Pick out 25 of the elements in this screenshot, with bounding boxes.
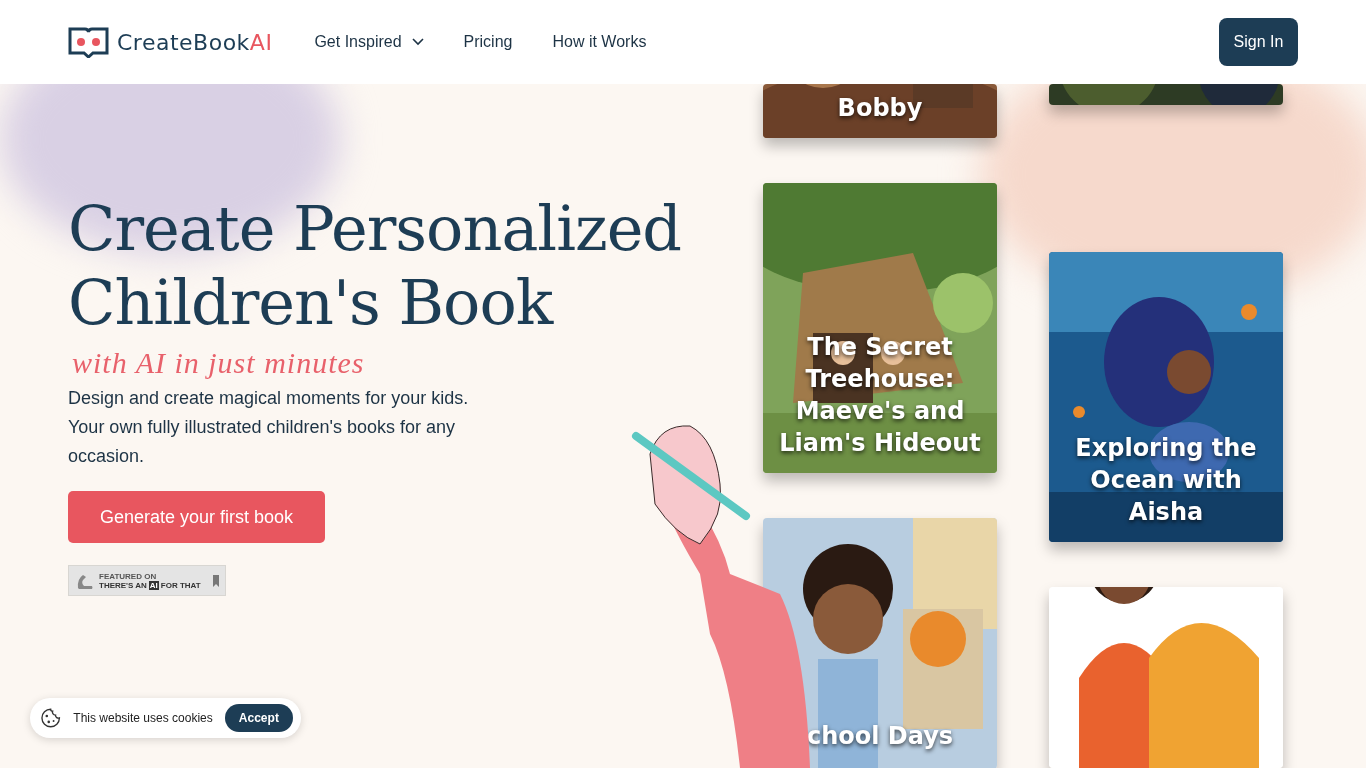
badge-caption: FEATURED ON — [99, 571, 158, 581]
book-icon — [68, 26, 109, 58]
nav-link[interactable]: Get Inspired — [314, 33, 424, 51]
hero-title: Create Personalized Children's Book — [68, 192, 683, 340]
cookie-icon — [40, 707, 62, 729]
logo-text: CreateBook — [117, 29, 250, 55]
badge-highlight: AI — [148, 580, 159, 590]
hero-tagline: with AI in just minutes — [72, 346, 366, 380]
badge-text: THERE'S AN — [99, 580, 147, 590]
logo-suffix: AI — [249, 29, 273, 55]
book-title: Exploring the Ocean with Aisha — [1074, 433, 1258, 528]
bookmark-icon — [213, 574, 219, 587]
book-title: The Secret Treehouse: Maeve's and Liam's Hideout — [778, 332, 982, 459]
chevron-down-icon — [411, 38, 424, 46]
nav-link[interactable]: Pricing — [463, 33, 513, 51]
cookie-message: This website uses cookies — [73, 711, 213, 725]
book-title: Bobby — [837, 93, 923, 124]
accept-button[interactable]: Accept — [224, 704, 293, 732]
featured-badge[interactable]: FEATURED ON THERE'S AN AI FOR THAT — [68, 565, 226, 596]
sign-in-button[interactable]: Sign In — [1219, 18, 1298, 66]
generate-book-button[interactable]: Generate your first book — [68, 491, 326, 543]
book-title: chool Days — [806, 721, 954, 752]
hero-description: Design and create magical moments for your kids. Your own fully illustrated children's books for any occasion. — [68, 387, 470, 468]
badge-text: FOR THAT — [160, 580, 201, 590]
nav-link[interactable]: How it Works — [552, 33, 647, 51]
